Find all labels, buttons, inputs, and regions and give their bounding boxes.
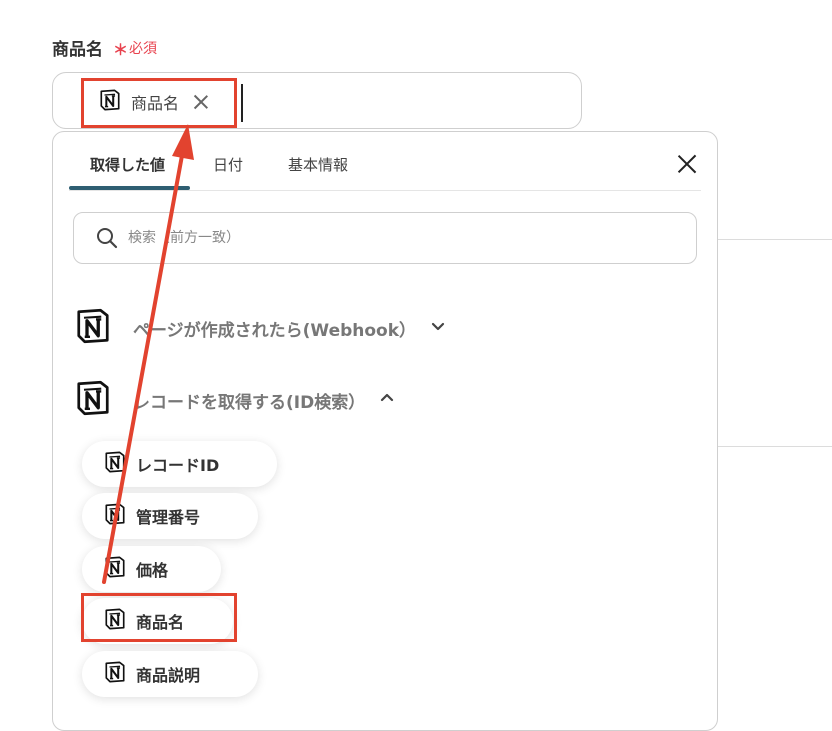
notion-icon [104, 503, 126, 529]
list-item-label: 管理番号 [136, 508, 201, 527]
group-label: ページが作成されたら(Webhook） [133, 320, 417, 341]
search-box[interactable] [73, 212, 697, 264]
list-item-price[interactable]: 価格 [82, 546, 221, 592]
tab-date[interactable]: 日付 [213, 154, 243, 175]
list-item-label: 商品説明 [136, 666, 201, 685]
background-divider [718, 446, 832, 447]
chevron-down-icon [430, 318, 446, 338]
group-get-record-id-search[interactable]: レコードを取得する(ID検索） [75, 380, 395, 420]
field-label: 商品名 [52, 40, 103, 60]
active-tab-indicator [69, 186, 190, 190]
required-label: 必須 [129, 41, 157, 57]
notion-icon [75, 380, 111, 420]
search-icon [96, 227, 118, 249]
highlight-box [81, 78, 237, 128]
list-item-label: 価格 [136, 561, 169, 580]
highlight-box [81, 593, 237, 642]
tab-retrieved-values[interactable]: 取得した値 [90, 154, 165, 175]
tabs-divider [69, 190, 701, 191]
list-item-record-id[interactable]: レコードID [82, 441, 277, 487]
group-page-created-webhook[interactable]: ページが作成されたら(Webhook） [75, 308, 446, 348]
notion-icon [104, 556, 126, 582]
background-divider [718, 239, 832, 240]
list-item-label: レコードID [136, 456, 220, 475]
notion-icon [75, 308, 111, 348]
search-input[interactable] [126, 229, 690, 247]
text-caret [241, 84, 243, 122]
group-label: レコードを取得する(ID検索） [133, 392, 366, 413]
notion-icon [104, 661, 126, 687]
tab-basic-info[interactable]: 基本情報 [288, 154, 348, 175]
required-asterisk: ＊ [113, 41, 129, 59]
close-icon[interactable] [675, 152, 699, 176]
list-item-product-description[interactable]: 商品説明 [82, 651, 258, 697]
notion-icon [104, 451, 126, 477]
list-item-management-number[interactable]: 管理番号 [82, 493, 258, 539]
chevron-up-icon [379, 390, 395, 410]
